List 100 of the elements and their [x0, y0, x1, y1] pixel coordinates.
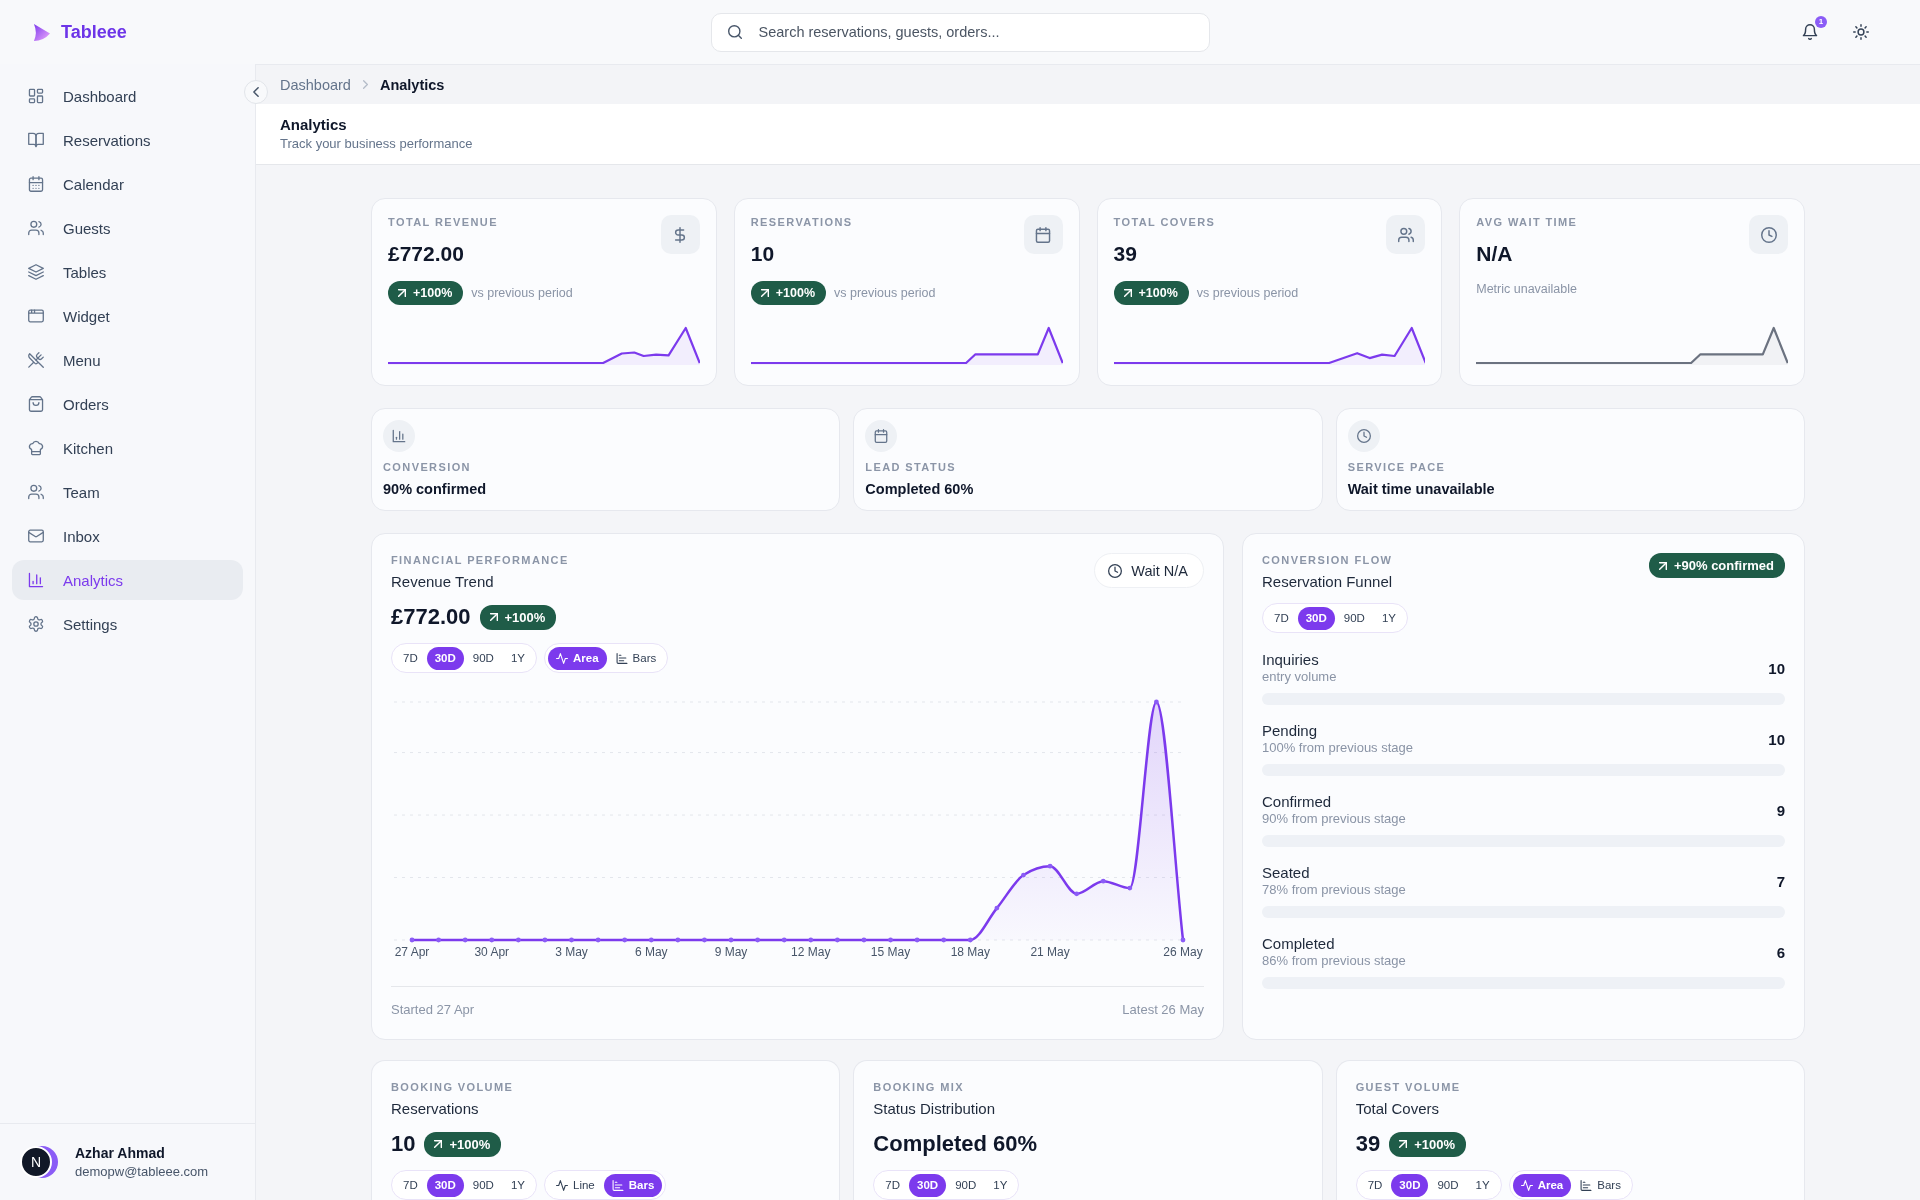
range-option[interactable]: 90D	[1335, 606, 1373, 630]
panel-title: Reservation Funnel	[1262, 572, 1393, 592]
arrow-up-right-icon	[434, 1140, 443, 1148]
search-icon	[727, 25, 742, 39]
data-point	[808, 937, 814, 943]
data-point	[436, 937, 441, 943]
range-option[interactable]: 1Y	[502, 646, 533, 670]
nav-item[interactable]: Orders	[12, 384, 243, 424]
view-option[interactable]: Bars	[607, 646, 665, 670]
data-point	[622, 937, 628, 943]
range-option[interactable]: 30D	[909, 1173, 947, 1197]
x-axis-label: 6 May	[634, 945, 668, 959]
nav-item[interactable]: Guests	[12, 208, 243, 248]
user-email: demopw@tableee.com	[75, 1163, 209, 1180]
nav-item[interactable]: Calendar	[12, 164, 243, 204]
data-point	[1074, 891, 1080, 897]
data-point	[409, 937, 415, 943]
section-label: BOOKING MIX	[873, 1080, 964, 1094]
view-option[interactable]: Area	[548, 646, 607, 670]
change-value: +100%	[1414, 1136, 1455, 1152]
pulse-icon	[1520, 1179, 1533, 1191]
view-option[interactable]: Bars	[603, 1173, 663, 1197]
range-option[interactable]: 1Y	[1373, 606, 1404, 630]
search-field[interactable]: Search reservations, guests, orders...	[710, 12, 1210, 52]
nav-item[interactable]: Team	[12, 472, 243, 512]
range-option[interactable]: 90D	[464, 1173, 502, 1197]
wait-time-text: Wait N/A	[1131, 562, 1188, 579]
range-option[interactable]: 30D	[1297, 606, 1335, 630]
bar-chart-icon	[383, 420, 415, 452]
stage-count: 10	[1768, 730, 1785, 748]
stage-name: Confirmed	[1262, 793, 1332, 811]
data-point	[994, 905, 1000, 911]
x-axis-label: 3 May	[555, 945, 588, 959]
stage-count: 7	[1776, 872, 1785, 890]
range-option[interactable]: 7D	[1266, 606, 1297, 630]
comparison-text: vs previous period	[471, 286, 573, 300]
breadcrumb-item[interactable]: Dashboard	[280, 76, 351, 93]
range-option[interactable]: 30D	[426, 1173, 464, 1197]
pulse-icon	[556, 1179, 568, 1191]
stage-count: 10	[1768, 659, 1785, 677]
range-option[interactable]: 90D	[464, 646, 502, 670]
insight-value: Wait time unavailable	[1347, 480, 1495, 498]
range-option[interactable]: 90D	[1429, 1173, 1467, 1197]
chevron-right-icon	[362, 80, 368, 89]
range-option[interactable]: 90D	[947, 1173, 985, 1197]
range-option[interactable]: 1Y	[1467, 1173, 1498, 1197]
nav-item[interactable]: Settings	[12, 604, 243, 644]
range-option[interactable]: 7D	[395, 646, 426, 670]
range-option[interactable]: 30D	[426, 646, 464, 670]
chef-hat-icon	[28, 440, 44, 456]
range-option[interactable]: 7D	[1359, 1173, 1391, 1197]
bell-icon	[1802, 24, 1818, 40]
arrow-up-right-icon	[398, 289, 406, 297]
data-point	[755, 937, 760, 943]
stat-value: 39	[1113, 241, 1137, 267]
stage-detail: 78% from previous stage	[1262, 882, 1406, 898]
change-value: +100%	[1138, 286, 1178, 300]
data-point	[1021, 872, 1026, 878]
stat-label: RESERVATIONS	[750, 215, 853, 229]
change-value: +100%	[775, 286, 816, 300]
nav-item[interactable]: Tables	[12, 252, 243, 292]
range-option[interactable]: 7D	[877, 1173, 909, 1197]
data-point	[728, 937, 734, 943]
nav-item[interactable]: Menu	[12, 340, 243, 380]
breadcrumb-item: Analytics	[379, 76, 445, 93]
data-point	[648, 937, 654, 943]
nav-item[interactable]: Dashboard	[12, 76, 243, 116]
view-option[interactable]: Bars	[1572, 1173, 1629, 1197]
stage-detail: 86% from previous stage	[1262, 953, 1406, 969]
stat-label: TOTAL COVERS	[1113, 215, 1216, 229]
chart-end-text: Latest 26 May	[1122, 1002, 1204, 1018]
x-axis-label: 26 May	[1163, 945, 1203, 959]
nav-item[interactable]: Analytics	[12, 560, 243, 600]
arrow-up-right-icon	[1123, 289, 1132, 297]
range-option[interactable]: 30D	[1391, 1173, 1429, 1197]
clock-icon	[1108, 563, 1123, 578]
view-option[interactable]: Line	[548, 1173, 603, 1197]
x-axis-label: 18 May	[950, 945, 990, 959]
users-icon	[28, 484, 44, 500]
nav-item[interactable]: Reservations	[12, 120, 243, 160]
nav-item[interactable]: Inbox	[12, 516, 243, 556]
data-point	[1180, 937, 1186, 943]
x-axis-label: 27 Apr	[394, 945, 430, 959]
nav-item[interactable]: Kitchen	[12, 428, 243, 468]
stage-name: Pending	[1262, 722, 1318, 740]
range-option[interactable]: 1Y	[502, 1173, 533, 1197]
range-option[interactable]: 1Y	[985, 1173, 1016, 1197]
shopping-bag-icon	[28, 396, 44, 412]
insight-value: 90% confirmed	[383, 480, 487, 498]
clock-icon	[1749, 215, 1788, 254]
nav-item[interactable]: Widget	[12, 296, 243, 336]
arrow-up-right-icon	[760, 289, 769, 297]
stage-name: Seated	[1262, 864, 1310, 882]
summary-value: Completed 60%	[873, 1130, 1038, 1158]
range-option[interactable]: 7D	[395, 1173, 426, 1197]
data-point	[861, 937, 867, 943]
data-point	[781, 937, 787, 943]
arrow-up-right-icon	[1399, 1140, 1408, 1148]
section-label: BOOKING VOLUME	[391, 1080, 514, 1094]
view-option[interactable]: Area	[1512, 1173, 1572, 1197]
